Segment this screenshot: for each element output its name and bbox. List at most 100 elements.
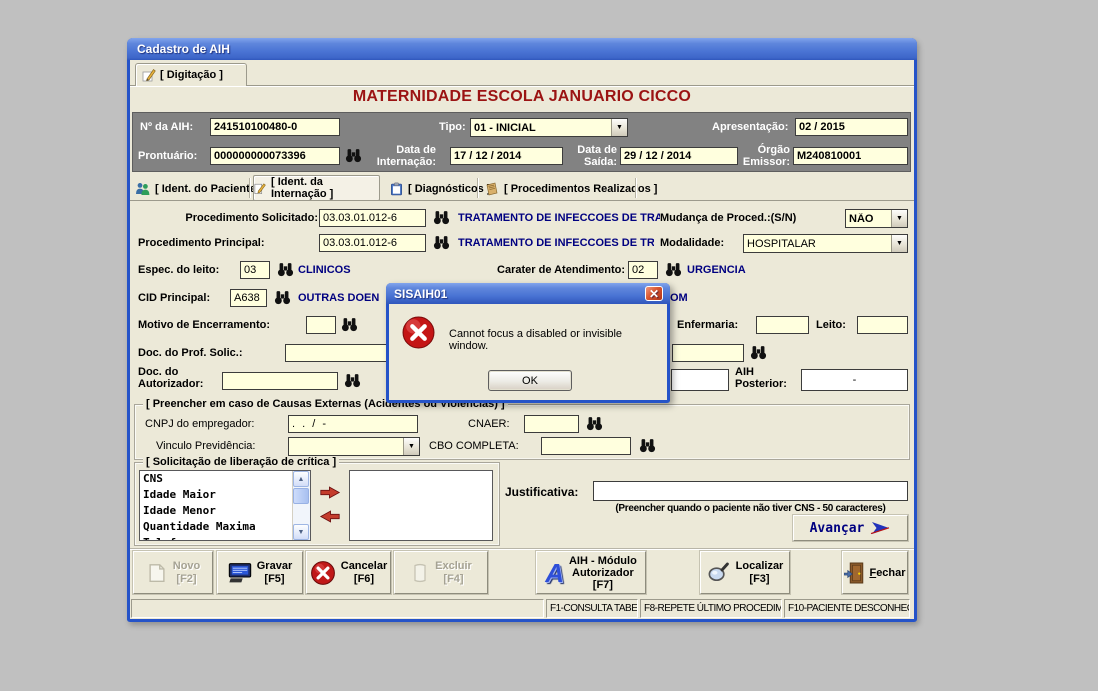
cancel-icon <box>310 560 336 586</box>
critica-source-listbox[interactable]: CNS Idade Maior Idade Menor Quantidade M… <box>139 470 311 541</box>
aih-anterior-field[interactable] <box>671 369 729 391</box>
prontuario-field[interactable]: 000000000073396 <box>210 147 340 165</box>
motivo-encerramento-field[interactable] <box>306 316 336 334</box>
window-title: Cadastro de AIH <box>137 42 230 56</box>
leito-field[interactable] <box>857 316 908 334</box>
critica-selected-listbox[interactable] <box>349 470 493 541</box>
move-right-icon[interactable] <box>318 486 342 499</box>
data-internacao-field[interactable]: 17 / 12 / 2014 <box>450 147 563 165</box>
subtab-ident-internacao[interactable]: [ Ident. da Internação ] <box>253 175 380 201</box>
status-panel-f1: F1-CONSULTA TABELA <box>546 599 638 618</box>
letter-a-icon: A <box>545 560 564 586</box>
apresentacao-label: Apresentação: <box>712 121 788 133</box>
gravar-button[interactable]: Gravar[F5] <box>217 551 303 594</box>
close-icon[interactable]: ✕ <box>645 286 663 301</box>
cbo-field[interactable] <box>541 437 631 455</box>
cnpj-field[interactable]: . . / - <box>288 415 418 433</box>
binoculars-icon[interactable] <box>274 290 291 305</box>
list-item[interactable]: Idade Maior <box>140 487 310 503</box>
cnaer-field[interactable] <box>524 415 579 433</box>
avancar-label: Avançar <box>810 521 865 536</box>
enfermaria-field[interactable] <box>756 316 809 334</box>
orgao-emissor-field[interactable]: M240810001 <box>793 147 908 165</box>
binoculars-icon[interactable] <box>345 148 362 163</box>
forward-arrow-icon <box>869 521 891 535</box>
tipo-label: Tipo: <box>439 121 466 133</box>
data-saida-field[interactable]: 29 / 12 / 2014 <box>620 147 738 165</box>
pencil-icon <box>142 68 156 82</box>
facility-name: MATERNIDADE ESCOLA JANUARIO CICCO <box>130 88 914 106</box>
justificativa-label: Justificativa: <box>505 486 578 498</box>
desktop: { "window": { "title": "Cadastro de AIH"… <box>0 0 1098 691</box>
binoculars-icon[interactable] <box>665 262 682 277</box>
binoculars-icon[interactable] <box>586 416 603 431</box>
binoculars-icon[interactable] <box>277 262 294 277</box>
novo-button[interactable]: Novo[F2] <box>133 551 213 594</box>
avancar-button[interactable]: Avançar <box>793 515 908 541</box>
excluir-button[interactable]: Excluir[F4] <box>394 551 488 594</box>
carater-field[interactable]: 02 <box>628 261 658 279</box>
cid-field[interactable]: A638 <box>230 289 267 307</box>
move-left-icon[interactable] <box>318 510 342 523</box>
tab-strip-line <box>130 85 914 86</box>
users-icon <box>135 182 150 196</box>
carater-label: Carater de Atendimento: <box>463 264 625 276</box>
doc-prof-right-field[interactable] <box>672 344 744 362</box>
aih-number-field[interactable]: 241510100480-0 <box>210 118 340 136</box>
subtab-ident-paciente[interactable]: [ Ident. do Paciente ] <box>135 179 263 199</box>
proc-solicitado-field[interactable]: 03.03.01.012-6 <box>319 209 426 227</box>
status-bar: F1-CONSULTA TABELA F8-REPETE ÚLTIMO PROC… <box>130 599 914 619</box>
list-item[interactable]: Quantidade Maxima <box>140 519 310 535</box>
aih-modulo-button[interactable]: A AIH - Módulo Autorizador [F7] <box>536 551 646 594</box>
binoculars-icon[interactable] <box>433 235 450 250</box>
doc-autorizador-field[interactable] <box>222 372 338 390</box>
list-item[interactable]: Telefone <box>140 535 310 541</box>
liberacao-critica-title: [ Solicitação de liberação de crítica ] <box>143 456 339 468</box>
cancelar-button[interactable]: Cancelar[F6] <box>306 551 391 594</box>
tab-digitacao[interactable]: [ Digitação ] <box>135 63 247 86</box>
mudanca-proced-combo[interactable]: NÃO ▼ <box>845 209 908 228</box>
chevron-down-icon[interactable]: ▼ <box>891 235 907 252</box>
prontuario-label: Prontuário: <box>138 150 197 162</box>
motivo-encerramento-label: Motivo de Encerramento: <box>138 319 270 331</box>
proc-principal-field[interactable]: 03.03.01.012-6 <box>319 234 426 252</box>
binoculars-icon[interactable] <box>750 345 767 360</box>
modalidade-combo[interactable]: HOSPITALAR ▼ <box>743 234 908 253</box>
vinculo-combo[interactable]: ▼ <box>288 437 420 456</box>
aih-posterior-field[interactable]: - <box>801 369 908 391</box>
binoculars-icon[interactable] <box>344 373 361 388</box>
novo-key: [F2] <box>173 573 201 586</box>
dialog-titlebar[interactable]: SISAIH01 ✕ <box>386 283 670 304</box>
window-titlebar[interactable]: Cadastro de AIH <box>127 38 917 60</box>
justificativa-field[interactable] <box>593 481 908 501</box>
aih-number-label: Nº da AIH: <box>140 121 193 133</box>
list-item[interactable]: Idade Menor <box>140 503 310 519</box>
tipo-combo[interactable]: 01 - INICIAL ▼ <box>470 118 628 137</box>
fechar-button[interactable]: Fechar <box>842 551 908 594</box>
apresentacao-field[interactable]: 02 / 2015 <box>795 118 908 136</box>
chevron-down-icon[interactable]: ▼ <box>611 119 627 136</box>
subtab-procedimentos[interactable]: [ Procedimentos Realizados ] <box>485 179 657 199</box>
scroll-down-icon[interactable]: ▼ <box>293 524 309 540</box>
ok-button[interactable]: OK <box>488 370 572 391</box>
binoculars-icon[interactable] <box>433 210 450 225</box>
new-document-icon <box>146 562 168 584</box>
doc-autorizador-label: Doc. do Autorizador: <box>138 366 222 390</box>
tab-digitacao-label: [ Digitação ] <box>160 69 223 81</box>
status-panel-empty <box>131 599 544 618</box>
subtab-diagnosticos[interactable]: [ Diagnósticos ] <box>390 179 491 199</box>
binoculars-icon[interactable] <box>341 317 358 332</box>
chevron-down-icon[interactable]: ▼ <box>891 210 907 227</box>
scrollbar-thumb[interactable] <box>293 488 309 504</box>
localizar-button[interactable]: Localizar[F3] <box>700 551 790 594</box>
doc-prof-label: Doc. do Prof. Solic.: <box>138 347 243 359</box>
cnpj-label: CNPJ do empregador: <box>145 418 254 430</box>
tipo-value: 01 - INICIAL <box>471 122 611 134</box>
scrollbar[interactable]: ▲ ▼ <box>292 471 310 540</box>
list-item[interactable]: CNS <box>140 471 310 487</box>
cnaer-label: CNAER: <box>468 418 510 430</box>
scroll-up-icon[interactable]: ▲ <box>293 471 309 487</box>
binoculars-icon[interactable] <box>639 438 656 453</box>
chevron-down-icon[interactable]: ▼ <box>403 438 419 455</box>
espec-leito-field[interactable]: 03 <box>240 261 270 279</box>
